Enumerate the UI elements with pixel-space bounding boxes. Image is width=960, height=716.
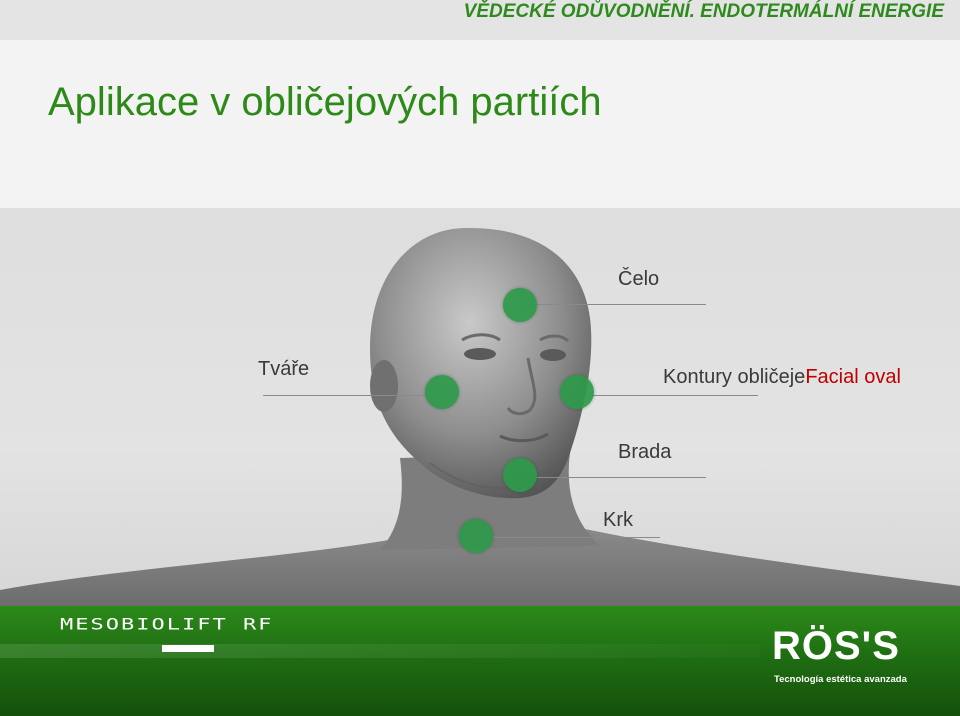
footer-stripe <box>0 644 760 658</box>
label-kontury-text: Kontury obličeje <box>663 366 806 388</box>
marker-celo <box>503 288 537 322</box>
label-brada: Brada <box>618 441 672 463</box>
label-kontury: Kontury obličejeFacial oval <box>663 366 901 389</box>
header-bar: VĚDECKÉ ODŮVODNĚNÍ. ENDOTERMÁLNÍ ENERGIE <box>0 0 960 40</box>
label-krk: Krk <box>603 509 633 531</box>
leader-line-krk <box>492 537 660 538</box>
marker-krk <box>459 519 493 553</box>
leader-line-celo <box>528 304 706 305</box>
label-tvare: Tváře <box>258 358 310 380</box>
label-kontury-highlight: Facial oval <box>805 366 901 388</box>
company-logo-name: RÖS'S <box>772 624 900 668</box>
slide: VĚDECKÉ ODŮVODNĚNÍ. ENDOTERMÁLNÍ ENERGIE… <box>0 0 960 716</box>
product-logo-underline <box>162 645 214 652</box>
label-celo: Čelo <box>618 268 660 290</box>
company-logo-tagline: Tecnología estética avanzada <box>774 674 907 685</box>
leader-line-kontury <box>590 395 758 396</box>
leader-line-brada <box>536 477 706 478</box>
leader-line-tvare <box>263 395 438 396</box>
slide-title: Aplikace v obličejových partiích <box>48 80 602 124</box>
marker-kontury <box>560 375 594 409</box>
product-logo-text: MESOBIOLIFT RF <box>60 616 274 634</box>
marker-brada <box>503 458 537 492</box>
company-logo: RÖS'S Tecnología estética avanzada <box>762 624 916 688</box>
header-bar-text: VĚDECKÉ ODŮVODNĚNÍ. ENDOTERMÁLNÍ ENERGIE <box>463 1 944 22</box>
marker-tvare <box>425 375 459 409</box>
